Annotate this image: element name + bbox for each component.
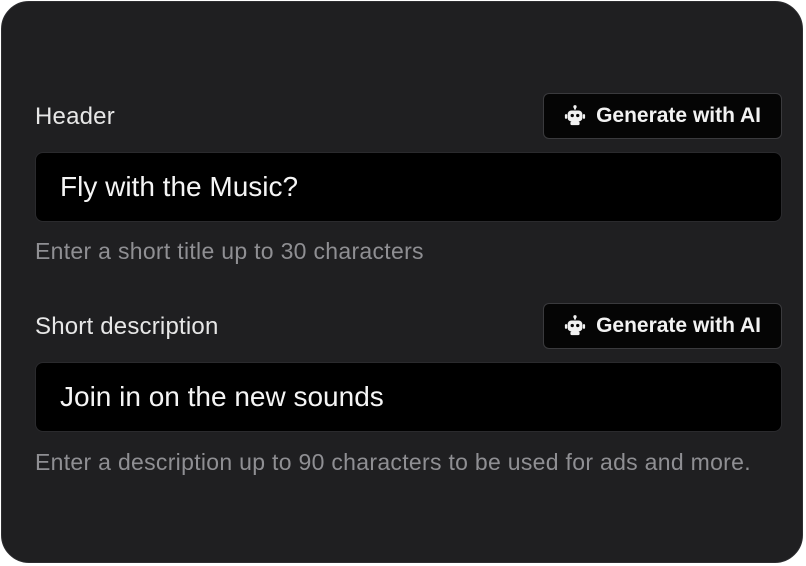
description-helper-text: Enter a description up to 90 characters … (35, 449, 751, 475)
description-label-row: Short description Generate with AI (35, 303, 782, 351)
header-generate-ai-label: Generate with AI (596, 104, 761, 127)
robot-icon (564, 105, 586, 127)
header-helper-text: Enter a short title up to 30 characters (35, 238, 424, 264)
description-generate-ai-label: Generate with AI (596, 314, 761, 337)
robot-icon (564, 315, 586, 337)
header-label: Header (35, 103, 115, 130)
header-label-row: Header Generate with AI (35, 93, 782, 141)
description-input[interactable] (35, 362, 782, 432)
ad-copy-panel: Header Generate with AI Enter a short ti… (1, 1, 803, 563)
description-label: Short description (35, 313, 219, 340)
header-generate-ai-button[interactable]: Generate with AI (543, 93, 782, 139)
header-input[interactable] (35, 152, 782, 222)
description-generate-ai-button[interactable]: Generate with AI (543, 303, 782, 349)
